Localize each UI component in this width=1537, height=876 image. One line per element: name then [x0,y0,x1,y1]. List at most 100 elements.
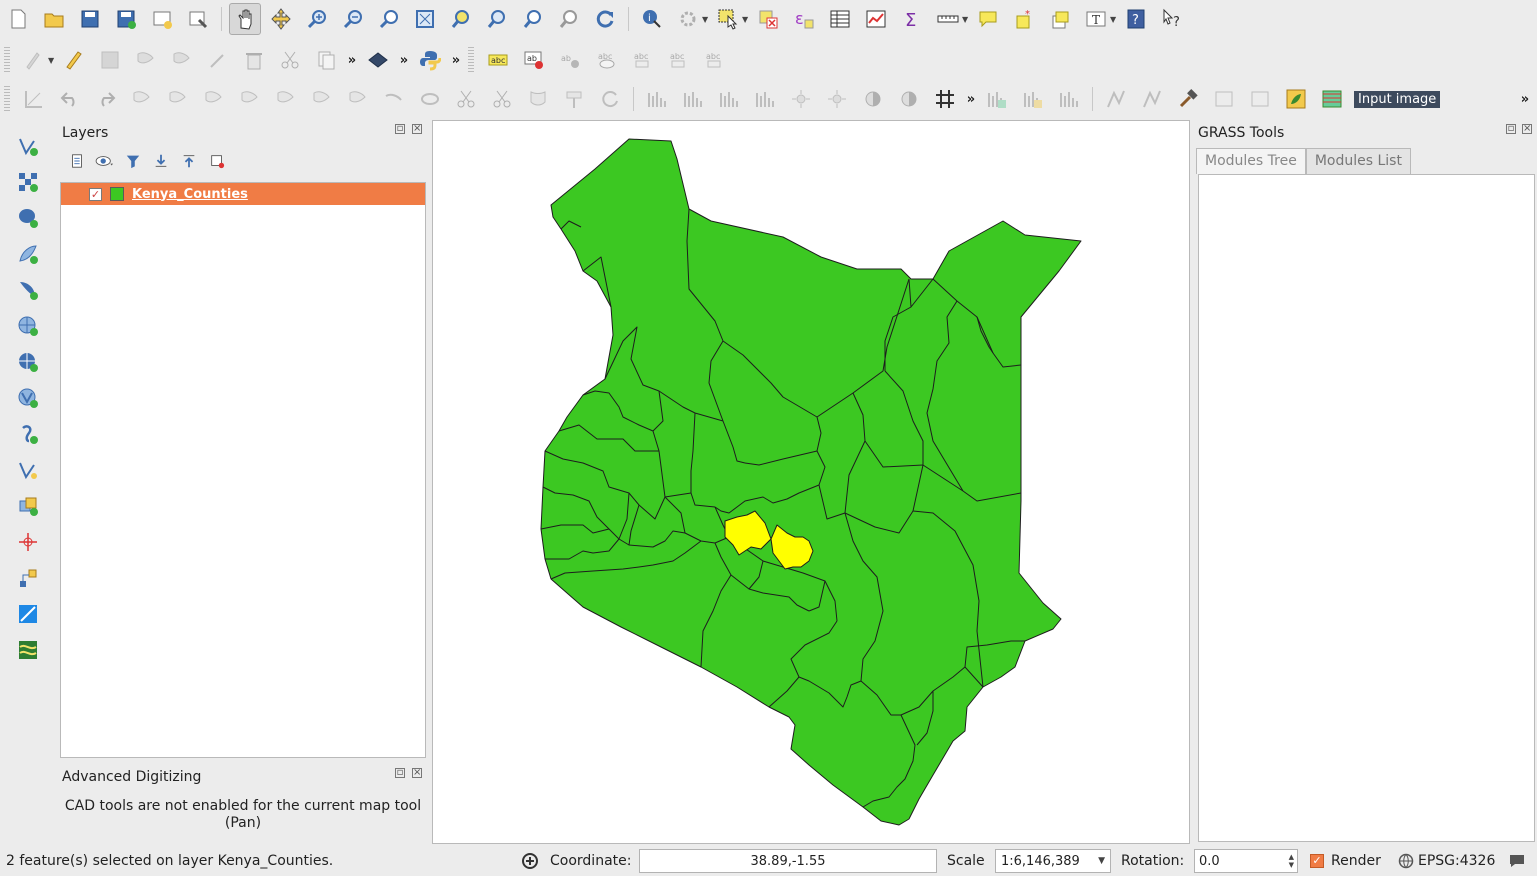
add-wcs-layer-icon[interactable] [12,346,44,378]
georeferencer-icon[interactable] [362,44,394,76]
toolbar-overflow-icon[interactable]: » [1517,92,1533,107]
stretch-histogram-icon[interactable] [713,83,745,115]
refresh-icon[interactable] [589,3,621,35]
chevron-down-icon[interactable]: ▼ [48,56,56,65]
text-annotation-icon[interactable]: T [1080,3,1112,35]
add-virtual-layer-icon[interactable] [12,526,44,558]
layer-labeling-icon[interactable]: abc [482,44,514,76]
change-label-icon[interactable]: abc [698,44,730,76]
close-panel-icon[interactable]: × [412,768,422,778]
kenya-counties-map[interactable] [433,121,1189,843]
statistical-summary-icon[interactable] [860,3,892,35]
layer-tree[interactable]: ✓ Kenya_Counties [60,182,426,758]
undo-icon[interactable] [54,83,86,115]
gdal-tool-1-icon[interactable] [981,83,1013,115]
measure-icon[interactable] [932,3,964,35]
filter-legend-icon[interactable] [122,150,144,172]
toolbar-overflow-icon[interactable]: » [344,53,360,68]
tab-modules-list[interactable]: Modules List [1305,148,1411,174]
copy-features-icon[interactable] [310,44,342,76]
zoom-next-icon[interactable] [553,3,585,35]
cut-features-icon[interactable] [274,44,306,76]
vector-tool-3-icon[interactable] [1208,83,1240,115]
deselect-all-icon[interactable] [752,3,784,35]
zoom-last-icon[interactable] [517,3,549,35]
vector-tool-1-icon[interactable] [1100,83,1132,115]
map-canvas[interactable] [432,120,1190,844]
zoom-out-icon[interactable] [337,3,369,35]
float-panel-icon[interactable]: ▫ [1506,124,1516,134]
new-bookmark-icon[interactable]: * [1008,3,1040,35]
diagram-options-icon[interactable]: ab [518,44,550,76]
add-mssql-layer-icon[interactable] [12,274,44,306]
vector-tool-4-icon[interactable] [1244,83,1276,115]
open-project-icon[interactable] [38,3,70,35]
crs-button[interactable]: EPSG:4326 [1398,853,1495,869]
identify-features-icon[interactable]: i [636,3,668,35]
select-features-icon[interactable] [712,3,744,35]
rotation-spinbox[interactable]: 0.0 ▲ ▼ [1194,849,1298,873]
python-console-icon[interactable] [414,44,446,76]
delete-part-icon[interactable] [342,83,374,115]
new-project-icon[interactable] [2,3,34,35]
current-edits-icon[interactable] [18,44,50,76]
save-as-icon[interactable] [110,3,142,35]
add-part-icon[interactable] [234,83,266,115]
save-layer-edits-icon[interactable] [94,44,126,76]
rotate-label-icon[interactable]: abc [662,44,694,76]
chevron-down-icon[interactable]: ▼ [1098,856,1105,866]
add-spatialite-layer-icon[interactable] [12,238,44,270]
sum-icon[interactable]: Σ [896,3,928,35]
decrease-brightness-icon[interactable] [821,83,853,115]
rotate-point-symbols-icon[interactable] [594,83,626,115]
zoom-native-icon[interactable] [373,3,405,35]
zoom-full-icon[interactable] [409,3,441,35]
attribute-table-icon[interactable] [824,3,856,35]
pin-labels-icon[interactable]: ab [554,44,586,76]
offset-curve-icon[interactable] [414,83,446,115]
tab-modules-tree[interactable]: Modules Tree [1196,148,1306,174]
map-tips-icon[interactable] [972,3,1004,35]
toolbar-overflow-icon[interactable]: » [963,92,979,107]
layout-manager-icon[interactable] [182,3,214,35]
add-postgis-layer-icon[interactable] [12,202,44,234]
create-layer-icon[interactable] [12,490,44,522]
add-ring-icon[interactable] [198,83,230,115]
layer-visibility-checkbox[interactable]: ✓ [89,187,102,201]
split-features-icon[interactable] [450,83,482,115]
zoom-to-layer-icon[interactable] [481,3,513,35]
add-vector-layer-icon[interactable] [12,130,44,162]
action-icon[interactable] [672,3,704,35]
delete-ring-icon[interactable] [306,83,338,115]
messages-icon[interactable] [1508,852,1526,870]
add-wfs-layer-icon[interactable] [12,382,44,414]
increase-brightness-icon[interactable] [785,83,817,115]
close-panel-icon[interactable]: × [412,124,422,134]
save-project-icon[interactable] [74,3,106,35]
coordinate-toggle-icon[interactable] [520,851,540,871]
toolbar-overflow-icon[interactable]: » [396,53,412,68]
toolbar-overflow-icon[interactable]: » [448,53,464,68]
add-wcs-coverage-icon[interactable] [12,634,44,666]
close-panel-icon[interactable]: × [1522,124,1532,134]
grid-icon[interactable] [929,83,961,115]
show-bookmarks-icon[interactable] [1044,3,1076,35]
gdal-tool-3-icon[interactable] [1053,83,1085,115]
vector-tool-2-icon[interactable] [1136,83,1168,115]
input-image-label[interactable]: Input image [1354,90,1441,108]
float-panel-icon[interactable]: ▫ [395,768,405,778]
chevron-down-icon[interactable]: ▼ [742,15,750,24]
coordinate-field[interactable]: 38.89,-1.55 [639,849,937,873]
chevron-down-icon[interactable]: ▼ [1110,15,1118,24]
split-parts-icon[interactable] [486,83,518,115]
delete-selected-icon[interactable] [238,44,270,76]
rotate-feature-icon[interactable] [126,83,158,115]
pan-icon[interactable] [229,3,261,35]
local-stretch-icon[interactable] [749,83,781,115]
cad-tools-icon[interactable] [18,83,50,115]
merge-attributes-icon[interactable] [558,83,590,115]
field-calculator-icon[interactable]: ε [788,3,820,35]
reshape-features-icon[interactable] [378,83,410,115]
add-raster-layer-icon[interactable] [12,166,44,198]
float-panel-icon[interactable]: ▫ [395,124,405,134]
